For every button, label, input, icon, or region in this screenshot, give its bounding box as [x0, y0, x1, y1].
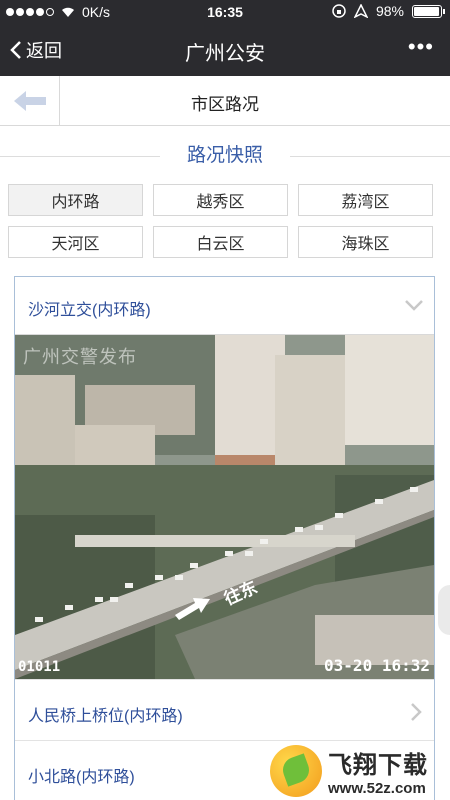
- logo-url: www.52z.com: [328, 780, 426, 797]
- site-logo: 飞翔下载 www.52z.com: [270, 742, 450, 800]
- sub-header-title: 市区路况: [191, 95, 259, 114]
- divider-right: [290, 156, 450, 157]
- battery-icon: [412, 4, 445, 18]
- more-menu-button[interactable]: •••: [408, 34, 434, 60]
- district-tab-haizhu[interactable]: 海珠区: [298, 226, 433, 258]
- camera-list: 沙河立交(内环路) 广州交警发布 往东 01011 03-20 16:32 人民…: [14, 276, 435, 800]
- camera-timestamp: 03-20 16:32: [324, 656, 430, 675]
- camera-item[interactable]: 人民桥上桥位(内环路): [15, 679, 434, 740]
- district-tab-baiyun[interactable]: 白云区: [153, 226, 288, 258]
- page-title: 广州公安: [185, 43, 265, 65]
- camera-item-label: 沙河立交(内环路): [28, 302, 151, 319]
- location-icon: [353, 4, 368, 18]
- district-tab-liwan[interactable]: 荔湾区: [298, 184, 433, 216]
- section-title: 路况快照: [180, 145, 269, 166]
- scroll-handle[interactable]: [438, 585, 450, 635]
- chevron-right-icon: [411, 703, 422, 721]
- chevron-down-icon[interactable]: [404, 299, 424, 311]
- battery-fill: [414, 6, 440, 16]
- district-tab-tianhe[interactable]: 天河区: [8, 226, 143, 258]
- logo-icon: [270, 745, 322, 797]
- logo-name: 飞翔下载: [328, 752, 428, 779]
- traffic-scene: [15, 335, 434, 679]
- status-bar: 0K/s 16:35 98%: [0, 0, 450, 24]
- battery-percent: 98%: [375, 3, 404, 19]
- camera-id: 01011: [18, 659, 61, 675]
- district-tab-yuexiu[interactable]: 越秀区: [153, 184, 288, 216]
- camera-watermark: 广州交警发布: [23, 347, 137, 367]
- camera-item-label: 人民桥上桥位(内环路): [28, 708, 183, 725]
- district-tab-neihuanlu[interactable]: 内环路: [8, 184, 143, 216]
- traffic-camera-image[interactable]: 广州交警发布 往东 01011 03-20 16:32: [15, 335, 434, 679]
- section-header: 路况快照: [0, 140, 450, 174]
- camera-item-expanded[interactable]: 沙河立交(内环路): [15, 277, 434, 335]
- status-right: 98%: [332, 3, 445, 19]
- divider-left: [0, 156, 160, 157]
- nav-bar: 返回 广州公安 •••: [0, 24, 450, 76]
- rotation-lock-icon: [332, 4, 346, 18]
- sub-header: 市区路况: [0, 76, 450, 126]
- logo-text: 飞翔下载 www.52z.com: [328, 745, 428, 797]
- camera-item-label: 小北路(内环路): [28, 769, 135, 786]
